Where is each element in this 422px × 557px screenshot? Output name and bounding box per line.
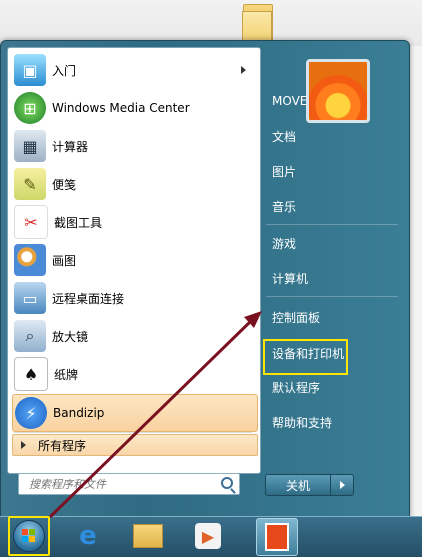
start-menu: ▣ 入门 ⊞ Windows Media Center ▦ 计算器 ✎ 便笺 ✂…	[0, 40, 410, 518]
magnifier-icon: ⌕	[14, 320, 46, 352]
right-item-label: 文档	[272, 129, 297, 144]
right-item-label: 设备和打印机	[272, 346, 345, 361]
right-item-control-panel[interactable]: 控制面板	[269, 302, 400, 332]
right-item-label: 音乐	[272, 199, 297, 214]
start-button[interactable]	[8, 516, 50, 556]
menu-item-snipping-tool[interactable]: ✂ 截图工具	[12, 204, 256, 240]
menu-item-solitaire[interactable]: ♠ 纸牌	[12, 356, 256, 392]
right-item-label: MOVE	[272, 94, 308, 108]
menu-item-label: 入门	[52, 63, 77, 78]
taskbar-explorer[interactable]	[128, 518, 168, 554]
right-item-label: 默认程序	[272, 380, 321, 395]
getting-started-icon: ▣	[14, 54, 46, 86]
menu-item-paint[interactable]: 画图	[12, 242, 256, 278]
submenu-arrow-icon	[241, 66, 246, 74]
right-item-devices-printers[interactable]: 设备和打印机	[269, 338, 400, 368]
menu-item-bandizip[interactable]: ⚡ Bandizip	[12, 394, 258, 432]
calculator-icon: ▦	[14, 130, 46, 162]
taskbar-ie[interactable]: e	[68, 518, 108, 554]
menu-item-label: Bandizip	[53, 406, 105, 420]
menu-item-label: 画图	[52, 253, 77, 268]
media-player-icon: ▶	[195, 523, 221, 549]
search-box[interactable]	[18, 473, 240, 495]
all-programs-button[interactable]: 所有程序	[12, 434, 258, 456]
menu-item-remote-desktop[interactable]: ▭ 远程桌面连接	[12, 280, 256, 316]
divider	[266, 224, 398, 225]
menu-item-label: 计算器	[52, 139, 89, 154]
shutdown-options-button[interactable]	[330, 474, 354, 496]
expand-arrow-icon	[21, 441, 26, 449]
search-input[interactable]	[27, 474, 221, 494]
menu-item-label: 纸牌	[54, 367, 79, 382]
right-item-pictures[interactable]: 图片	[269, 156, 400, 186]
office-icon	[265, 523, 289, 551]
remote-desktop-icon: ▭	[14, 282, 46, 314]
menu-item-label: 远程桌面连接	[52, 291, 125, 306]
right-item-games[interactable]: 游戏	[269, 228, 400, 258]
windows-logo-icon	[13, 520, 45, 552]
taskbar-office[interactable]	[256, 518, 298, 556]
right-item-help-support[interactable]: 帮助和支持	[269, 407, 400, 437]
snipping-tool-icon: ✂	[14, 205, 48, 239]
right-item-label: 帮助和支持	[272, 415, 333, 430]
menu-item-label: Windows Media Center	[52, 101, 190, 115]
divider	[266, 296, 398, 297]
right-item-computer[interactable]: 计算机	[269, 263, 400, 293]
all-programs-label: 所有程序	[38, 438, 87, 453]
media-center-icon: ⊞	[14, 92, 46, 124]
shutdown-label: 关机	[285, 478, 310, 493]
search-icon[interactable]	[221, 477, 233, 489]
menu-item-label: 便笺	[52, 177, 77, 192]
file-explorer-icon	[133, 524, 163, 548]
internet-explorer-icon: e	[79, 521, 97, 551]
menu-item-label: 放大镜	[52, 329, 89, 344]
menu-item-media-center[interactable]: ⊞ Windows Media Center	[12, 90, 256, 126]
right-item-label: 控制面板	[272, 310, 321, 325]
right-item-move[interactable]: MOVE	[269, 86, 400, 116]
menu-item-sticky-notes[interactable]: ✎ 便笺	[12, 166, 256, 202]
divider	[14, 432, 252, 433]
sticky-notes-icon: ✎	[14, 168, 46, 200]
chevron-right-icon	[339, 481, 345, 489]
taskbar-media-player[interactable]: ▶	[188, 518, 228, 554]
menu-item-calculator[interactable]: ▦ 计算器	[12, 128, 256, 164]
right-item-label: 游戏	[272, 236, 297, 251]
menu-item-getting-started[interactable]: ▣ 入门	[12, 52, 256, 88]
right-item-label: 图片	[272, 164, 297, 179]
right-item-music[interactable]: 音乐	[269, 191, 400, 221]
programs-pane: ▣ 入门 ⊞ Windows Media Center ▦ 计算器 ✎ 便笺 ✂…	[7, 47, 261, 474]
right-item-label: 计算机	[272, 271, 309, 286]
menu-item-magnifier[interactable]: ⌕ 放大镜	[12, 318, 256, 354]
menu-item-label: 截图工具	[54, 215, 103, 230]
shutdown-button[interactable]: 关机	[265, 474, 331, 496]
right-item-documents[interactable]: 文档	[269, 121, 400, 151]
bandizip-icon: ⚡	[15, 397, 47, 429]
solitaire-icon: ♠	[14, 357, 48, 391]
right-item-default-programs[interactable]: 默认程序	[269, 372, 400, 402]
paint-icon	[14, 244, 46, 276]
